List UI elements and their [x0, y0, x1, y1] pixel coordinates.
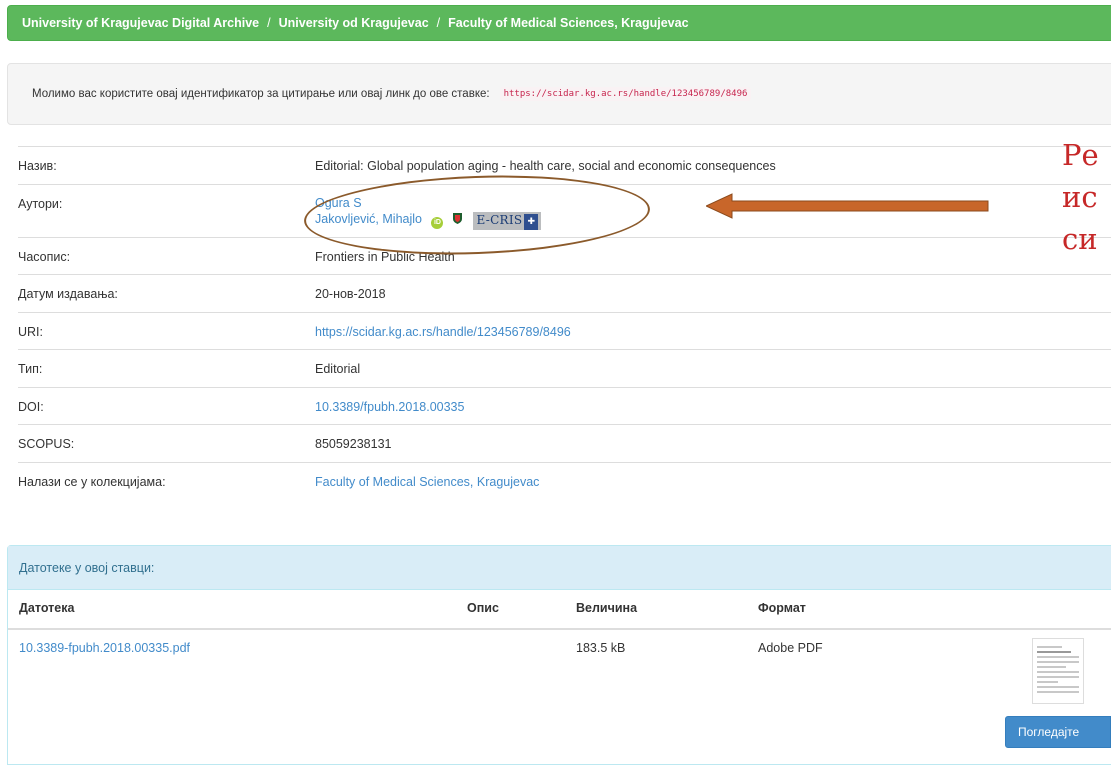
- citation-link[interactable]: https://scidar.kg.ac.rs/handle/123456789…: [499, 87, 752, 101]
- column-header-size: Величина: [576, 601, 638, 615]
- column-header-format: Формат: [758, 601, 806, 615]
- journal-label: Часопис:: [18, 249, 71, 264]
- uri-link[interactable]: https://scidar.kg.ac.rs/handle/123456789…: [315, 325, 571, 339]
- annotation-arrow-icon: [706, 193, 989, 219]
- metadata-row-uri: URI: https://scidar.kg.ac.rs/handle/1234…: [18, 311, 1111, 350]
- file-size: 183.5 kB: [576, 641, 626, 655]
- citation-text: Молимо вас користите овај идентификатор …: [32, 88, 490, 100]
- scopus-label: SCOPUS:: [18, 437, 75, 451]
- doi-label: DOI:: [18, 399, 44, 414]
- authors-label: Аутори:: [18, 196, 63, 211]
- citation-well: Молимо вас користите овај идентификатор …: [7, 63, 1111, 125]
- uri-label: URI:: [18, 324, 43, 339]
- metadata-row-scopus: SCOPUS: 85059238131: [18, 424, 1111, 462]
- scopus-value: 85059238131: [315, 437, 392, 451]
- collection-link[interactable]: Faculty of Medical Sciences, Kragujevac: [315, 475, 539, 489]
- files-panel-heading: Датотеке у овој ставци:: [8, 546, 1111, 590]
- doi-link[interactable]: 10.3389/fpubh.2018.00335: [315, 400, 464, 414]
- title-value: Editorial: Global population aging - hea…: [315, 159, 776, 173]
- type-label: Тип:: [18, 362, 43, 376]
- annotation-text-line: ис: [1062, 180, 1098, 214]
- column-header-description: Опис: [467, 601, 499, 615]
- metadata-row-type: Тип: Editorial: [18, 349, 1111, 387]
- breadcrumb-separator: /: [436, 16, 441, 30]
- date-label: Датум издавања:: [18, 287, 118, 301]
- metadata-row-doi: DOI: 10.3389/fpubh.2018.00335: [18, 386, 1111, 425]
- table-row: 10.3389-fpubh.2018.00335.pdf 183.5 kB Ad…: [8, 630, 1111, 760]
- breadcrumb-separator: /: [267, 16, 271, 30]
- metadata-row-date: Датум издавања: 20-нов-2018: [18, 274, 1111, 312]
- annotation-text-line: си: [1062, 222, 1098, 256]
- breadcrumb: University of Kragujevac Digital Archive…: [7, 5, 1111, 41]
- type-value: Editorial: [315, 362, 361, 376]
- view-file-button[interactable]: Погледајте: [1005, 716, 1111, 748]
- breadcrumb-university-link[interactable]: University od Kragujevac: [279, 16, 429, 30]
- breadcrumb-faculty-link[interactable]: Faculty of Medical Sciences, Kragujevac: [448, 16, 688, 30]
- pdf-thumbnail[interactable]: [1032, 638, 1084, 704]
- title-label: Назив:: [18, 159, 57, 173]
- collections-label: Налази се у колекцијама:: [18, 474, 166, 489]
- file-link[interactable]: 10.3389-fpubh.2018.00335.pdf: [19, 641, 190, 655]
- column-header-file: Датотека: [19, 601, 75, 615]
- date-value: 20-нов-2018: [315, 287, 386, 301]
- files-table-header: Датотека Опис Величина Формат: [8, 590, 1111, 630]
- files-panel: Датотеке у овој ставци: Датотека Опис Ве…: [7, 545, 1111, 765]
- metadata-row-collections: Налази се у колекцијама: Faculty of Medi…: [18, 461, 1111, 500]
- breadcrumb-archive-link[interactable]: University of Kragujevac Digital Archive: [22, 16, 259, 30]
- annotation-text-line: Ре: [1062, 138, 1099, 172]
- file-format: Adobe PDF: [758, 641, 823, 655]
